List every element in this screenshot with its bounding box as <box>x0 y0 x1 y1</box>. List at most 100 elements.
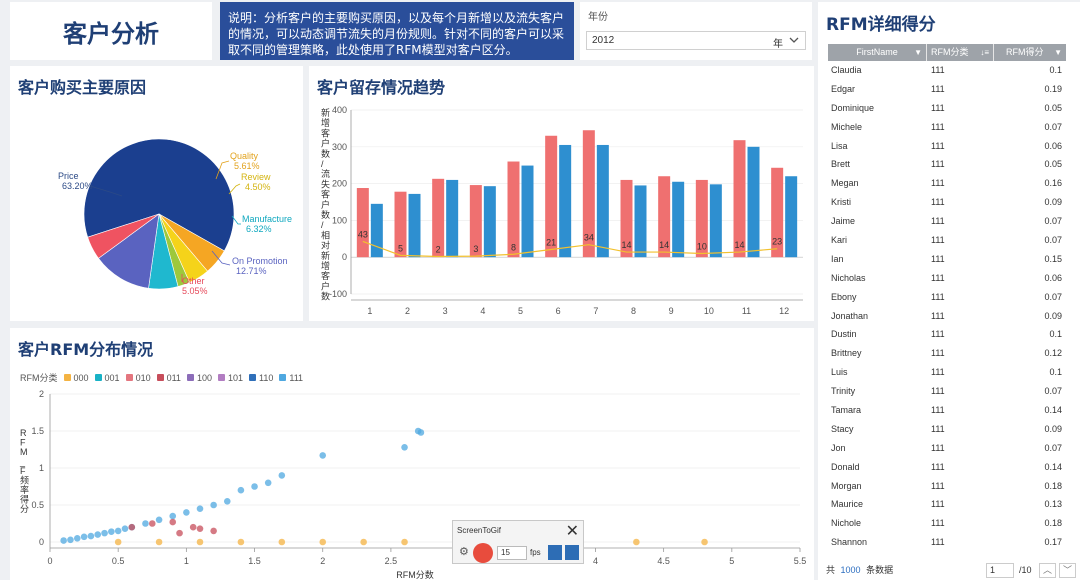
chevron-down-icon[interactable] <box>788 33 800 47</box>
scatter-point-111[interactable] <box>401 443 408 451</box>
scatter-point-111[interactable] <box>67 536 74 544</box>
table-row[interactable]: Ebony 111 0.07 <box>828 288 1066 307</box>
scatter-point-111[interactable] <box>121 525 129 532</box>
fps-input[interactable]: 15 <box>497 546 527 560</box>
table-row[interactable]: Lisa 111 0.06 <box>828 137 1066 156</box>
scatter-point-111[interactable] <box>319 452 327 459</box>
prev-page-button[interactable]: ︿ <box>1039 563 1056 578</box>
scatter-point-111[interactable] <box>169 512 177 520</box>
table-row[interactable]: Dustin 111 0.1 <box>828 325 1066 344</box>
table-row[interactable]: Tamara 111 0.14 <box>828 401 1066 420</box>
bar-lost-customers[interactable] <box>596 144 609 258</box>
scatter-point-111[interactable] <box>223 498 231 505</box>
pause-button[interactable] <box>548 545 562 560</box>
scatter-point-000[interactable] <box>319 538 327 546</box>
scatter-point-111[interactable] <box>155 516 163 524</box>
scatter-point-000[interactable] <box>633 538 640 546</box>
table-row[interactable]: Luis 111 0.1 <box>828 363 1066 382</box>
scatter-point-111[interactable] <box>114 527 122 535</box>
scatter-point-111[interactable] <box>73 535 81 542</box>
scatter-point-111[interactable] <box>210 501 217 509</box>
scatter-point-111[interactable] <box>94 531 102 538</box>
scatter-point-111[interactable] <box>196 505 204 512</box>
table-row[interactable]: Brett 111 0.05 <box>828 155 1066 174</box>
scatter-point-011[interactable] <box>128 523 136 531</box>
table-row[interactable]: Edgar 111 0.19 <box>828 80 1066 99</box>
sort-icon[interactable]: ↓≡ <box>980 44 989 61</box>
table-row[interactable]: Stacy 111 0.09 <box>828 420 1066 439</box>
scatter-point-000[interactable] <box>360 538 367 546</box>
table-row[interactable]: Jon 111 0.07 <box>828 439 1066 458</box>
y-tick-label: -100 <box>329 289 347 299</box>
table-row[interactable]: Michele 111 0.07 <box>828 118 1066 137</box>
dropdown-icon[interactable]: ▼ <box>914 44 922 61</box>
scatter-point-000[interactable] <box>114 538 122 546</box>
table-row[interactable]: Trinity 111 0.07 <box>828 382 1066 401</box>
scatter-point-011[interactable] <box>196 525 204 532</box>
scatter-point-111[interactable] <box>87 532 95 540</box>
scatter-point-111[interactable] <box>60 537 67 544</box>
bar-lost-customers[interactable] <box>559 144 572 258</box>
table-row[interactable]: Brittney 111 0.12 <box>828 344 1066 363</box>
table-row[interactable]: Megan 111 0.16 <box>828 174 1066 193</box>
scatter-point-011[interactable] <box>189 523 197 531</box>
cell-firstname: Morgan <box>831 480 862 491</box>
scatter-point-111[interactable] <box>237 486 245 494</box>
bar-lost-customers[interactable] <box>408 193 421 258</box>
bar-lost-customers[interactable] <box>747 146 760 258</box>
bar-lost-customers[interactable] <box>483 186 496 258</box>
scatter-point-111[interactable] <box>183 509 190 516</box>
screentogif-toolbar[interactable]: ScreenToGif ✕ ⚙ 15 fps <box>452 520 584 564</box>
scatter-point-111[interactable] <box>142 520 149 527</box>
column-header-rfm-score[interactable]: RFM得分 ▼ <box>994 44 1066 61</box>
column-header-rfm-class[interactable]: RFM分类 ↓≡ <box>927 44 993 61</box>
scatter-point-000[interactable] <box>401 538 408 546</box>
scatter-point-011[interactable] <box>176 529 183 537</box>
next-page-button[interactable]: ﹀ <box>1059 563 1076 578</box>
table-row[interactable]: Nichole 111 0.18 <box>828 514 1066 533</box>
table-row[interactable]: Kristi 111 0.09 <box>828 193 1066 212</box>
table-row[interactable]: Jaime 111 0.07 <box>828 212 1066 231</box>
scatter-point-000[interactable] <box>701 538 708 546</box>
bar-lost-customers[interactable] <box>521 165 534 258</box>
record-button[interactable] <box>473 543 493 563</box>
bar-lost-customers[interactable] <box>672 181 685 258</box>
year-select[interactable]: 2012 年 <box>586 31 806 50</box>
bar-lost-customers[interactable] <box>446 179 459 258</box>
table-row[interactable]: Claudia 111 0.1 <box>828 61 1066 80</box>
bar-new-customers[interactable] <box>356 188 369 258</box>
scatter-point-111[interactable] <box>264 479 272 487</box>
bar-lost-customers[interactable] <box>370 203 383 258</box>
table-row[interactable]: Kari 111 0.07 <box>828 231 1066 250</box>
scatter-point-111[interactable] <box>251 483 258 490</box>
scatter-point-111[interactable] <box>108 528 115 535</box>
gear-icon[interactable]: ⚙ <box>459 545 469 558</box>
bar-lost-customers[interactable] <box>785 176 798 258</box>
scatter-point-000[interactable] <box>278 538 286 546</box>
stop-button[interactable] <box>565 545 579 560</box>
column-header-firstname[interactable]: FirstName ▼ <box>828 44 926 61</box>
scatter-point-000[interactable] <box>155 538 163 546</box>
dropdown-icon[interactable]: ▼ <box>1054 44 1062 61</box>
scatter-point-111[interactable] <box>80 533 88 541</box>
table-row[interactable]: Dominique 111 0.05 <box>828 99 1066 118</box>
scatter-point-111[interactable] <box>278 472 286 479</box>
table-row[interactable]: Nicholas 111 0.06 <box>828 269 1066 288</box>
table-row[interactable]: Maurice 111 0.13 <box>828 495 1066 514</box>
bar-lost-customers[interactable] <box>709 184 722 258</box>
page-input[interactable]: 1 <box>986 563 1014 578</box>
scatter-point-011[interactable] <box>210 527 217 535</box>
bar-lost-customers[interactable] <box>634 185 647 258</box>
table-row[interactable]: Donald 111 0.14 <box>828 458 1066 477</box>
scatter-point-111[interactable] <box>101 529 108 537</box>
table-row[interactable]: Jonathan 111 0.09 <box>828 307 1066 326</box>
scatter-point-011[interactable] <box>148 520 156 527</box>
table-row[interactable]: Morgan 111 0.18 <box>828 477 1066 496</box>
scatter-point-011[interactable] <box>169 518 177 526</box>
scatter-point-000[interactable] <box>196 538 204 546</box>
scatter-point-000[interactable] <box>237 538 245 546</box>
close-icon[interactable]: ✕ <box>566 521 579 541</box>
table-row[interactable]: Ian 111 0.15 <box>828 250 1066 269</box>
scatter-point-111[interactable] <box>417 429 425 436</box>
table-row[interactable]: Shannon 111 0.17 <box>828 533 1066 552</box>
